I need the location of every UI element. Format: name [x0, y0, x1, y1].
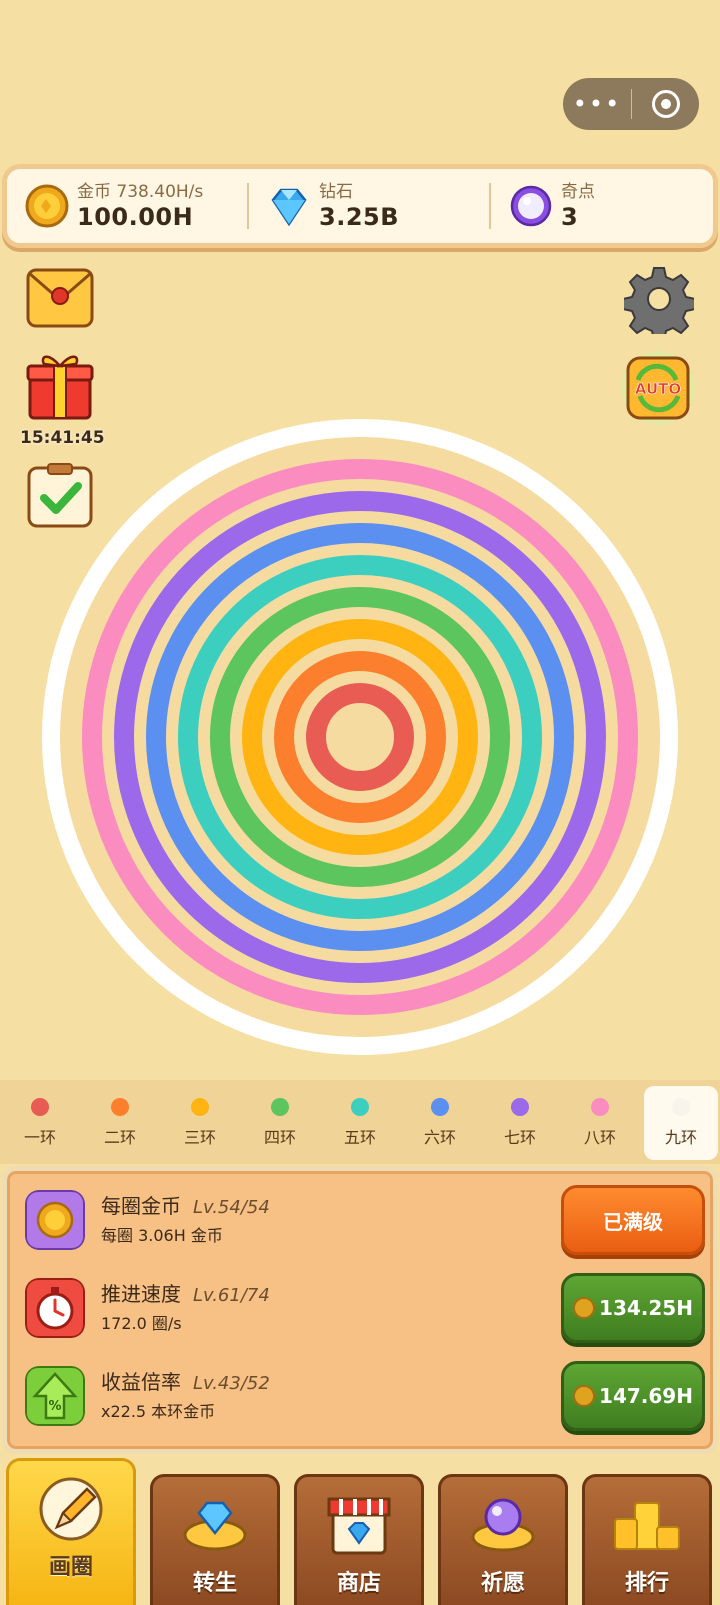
nav-rebirth[interactable]: 转生 [150, 1474, 280, 1605]
ring-color-dot [511, 1098, 529, 1116]
ring-tab-4[interactable]: 四环 [240, 1086, 320, 1160]
upgrade-title: 每圈金币 [101, 1194, 181, 1218]
nav-label: 画圈 [48, 1555, 93, 1580]
upgrade-desc: 172.0 圈/s [101, 1314, 182, 1333]
coin-resource: 金币 738.40H/s 100.00H [7, 169, 247, 243]
ring-tab-label: 六环 [423, 1128, 456, 1147]
singularity-value: 3 [561, 203, 579, 231]
ring-tab-label: 五环 [343, 1128, 376, 1147]
ring-color-dot [591, 1098, 609, 1116]
ring-tab-label: 七环 [503, 1128, 536, 1147]
crystal-ball-icon [471, 1498, 535, 1552]
nav-label: 祈愿 [480, 1571, 525, 1596]
upgrade-panel: 每圈金币 Lv.54/54 每圈 3.06H 金币 已满级 推进速度 Lv.61/7… [2, 1166, 718, 1454]
bottom-nav: 画圈 转生 商店 祈愿 排行 [0, 1458, 720, 1605]
nav-label: 转生 [192, 1571, 237, 1596]
ring-tab-1[interactable]: 一环 [0, 1086, 80, 1160]
nav-draw-circle[interactable]: 画圈 [6, 1458, 136, 1605]
upgrade-row-speed: 推进速度 Lv.61/74 172.0 圈/s 134.25H [25, 1267, 705, 1349]
ring-tabs: 一环 二环 三环 四环 五环 六环 七环 八环 九环 [0, 1080, 720, 1164]
ring-tab-label: 三环 [183, 1128, 216, 1147]
ring-color-dot [191, 1098, 209, 1116]
miniprogram-capsule: ••• [563, 78, 699, 130]
auto-button[interactable]: AUTO [620, 350, 696, 426]
max-level-button[interactable]: 已满级 [561, 1185, 705, 1255]
upgrade-multiplier-button[interactable]: 147.69H [561, 1361, 705, 1431]
orb-icon [510, 185, 552, 227]
nav-wish[interactable]: 祈愿 [438, 1474, 568, 1605]
podium-icon [614, 1502, 680, 1550]
upgrade-level: Lv.61/74 [193, 1285, 270, 1306]
upgrade-desc: x22.5 本环金币 [101, 1402, 216, 1421]
ring-tab-2[interactable]: 二环 [80, 1086, 160, 1160]
mail-button[interactable] [26, 268, 94, 328]
nav-ranking[interactable]: 排行 [582, 1474, 712, 1605]
diamond-icon [271, 188, 307, 227]
upgrade-level: Lv.43/52 [193, 1373, 270, 1394]
pencil-icon [39, 1477, 103, 1541]
ring-color-dot [672, 1098, 690, 1116]
ring-tab-5[interactable]: 五环 [320, 1086, 400, 1160]
more-menu-button[interactable]: ••• [563, 78, 631, 130]
svg-text:%: % [48, 1399, 61, 1414]
ring-color-dot [271, 1098, 289, 1116]
ring-tab-label: 四环 [263, 1128, 296, 1147]
nav-label: 排行 [624, 1571, 669, 1596]
coin-icon [573, 1385, 596, 1407]
upgrade-row-coins: 每圈金币 Lv.54/54 每圈 3.06H 金币 已满级 [25, 1179, 705, 1261]
upgrade-speed-button[interactable]: 134.25H [561, 1273, 705, 1343]
gold-coin-icon [25, 184, 69, 228]
close-miniprogram-button[interactable] [632, 90, 699, 118]
ring-tab-label: 八环 [583, 1128, 616, 1147]
button-label: 已满级 [603, 1209, 663, 1234]
singularity-resource: 奇点 3 [491, 169, 713, 243]
gem-label: 钻石 [319, 182, 353, 202]
ring-color-dot [351, 1098, 369, 1116]
ring-color-dot [31, 1098, 49, 1116]
percent-arrow-icon: % [25, 1366, 85, 1426]
upgrade-title: 收益倍率 [101, 1370, 181, 1394]
upgrade-row-multiplier: % 收益倍率 Lv.43/52 x22.5 本环金币 147.69H [25, 1355, 705, 1437]
stopwatch-icon [25, 1278, 85, 1338]
ring-color-dot [111, 1098, 129, 1116]
nav-shop[interactable]: 商店 [294, 1474, 424, 1605]
button-label: 147.69H [599, 1384, 693, 1408]
ring-tab-label: 九环 [664, 1128, 697, 1147]
button-label: 134.25H [599, 1296, 693, 1320]
upgrade-desc: 每圈 3.06H 金币 [101, 1226, 223, 1245]
diamond-altar-icon [183, 1501, 247, 1551]
shop-icon [327, 1497, 391, 1555]
ring-tab-label: 二环 [103, 1128, 136, 1147]
ring-tab-7[interactable]: 七环 [480, 1086, 560, 1160]
auto-label: AUTO [635, 380, 681, 398]
upgrade-title: 推进速度 [101, 1282, 181, 1306]
ring-tab-9[interactable]: 九环 [644, 1086, 718, 1160]
settings-gear-icon[interactable] [624, 264, 694, 334]
coin-rate: 738.40H/s [116, 182, 204, 202]
ring-tab-label: 一环 [23, 1128, 56, 1147]
target-icon [651, 90, 680, 118]
coin-per-lap-icon [25, 1190, 85, 1250]
gem-resource: 钻石 3.25B [249, 169, 489, 243]
upgrade-level: Lv.54/54 [193, 1197, 270, 1218]
coin-label: 金币 [77, 182, 111, 202]
resource-bar: 金币 738.40H/s 100.00H 钻石 3.25B 奇点 3 [2, 164, 718, 248]
ring-tab-6[interactable]: 六环 [400, 1086, 480, 1160]
ring-canvas[interactable] [40, 417, 680, 1057]
singularity-label: 奇点 [561, 182, 595, 202]
coin-value: 100.00H [77, 203, 194, 231]
nav-label: 商店 [336, 1571, 381, 1596]
ring-tab-3[interactable]: 三环 [160, 1086, 240, 1160]
gem-value: 3.25B [319, 203, 400, 231]
ring-color-dot [431, 1098, 449, 1116]
coin-icon [573, 1297, 596, 1319]
gift-button[interactable] [26, 348, 94, 420]
ring-tab-8[interactable]: 八环 [560, 1086, 640, 1160]
